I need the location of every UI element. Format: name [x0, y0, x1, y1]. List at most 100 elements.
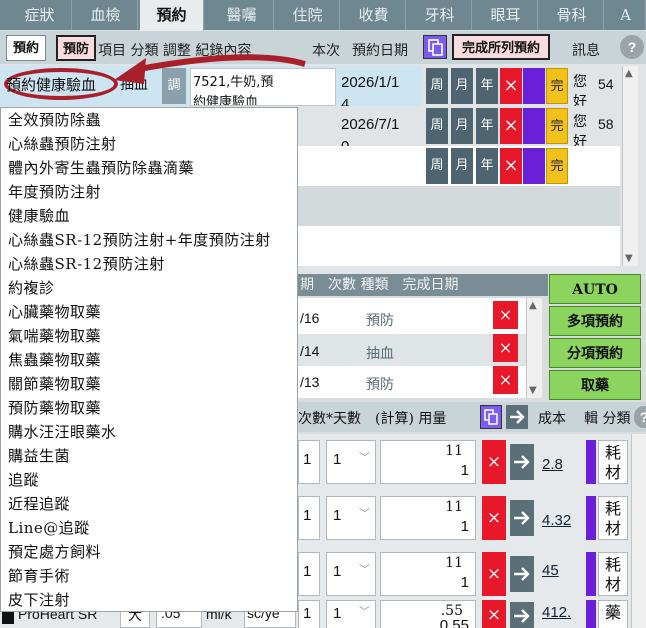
dropdown-option[interactable]: 關節藥物取藥	[1, 372, 297, 396]
dropdown-option[interactable]: 約複診	[1, 276, 297, 300]
dropdown-option[interactable]: 心臟藥物取藥	[1, 300, 297, 324]
appointment-scrollbar[interactable]: ▲ ▼	[622, 66, 638, 266]
purple-marker[interactable]	[523, 148, 545, 184]
year-button[interactable]: 年	[476, 148, 498, 184]
purple-marker[interactable]	[586, 496, 596, 540]
dropdown-option[interactable]: 近程追蹤	[1, 492, 297, 516]
dropdown-option[interactable]: 追蹤	[1, 468, 297, 492]
history-delete-button[interactable]: ×	[493, 366, 518, 394]
complete-button[interactable]: 完	[546, 148, 568, 184]
tab-7[interactable]: 眼耳	[474, 0, 538, 30]
cost-link[interactable]: 4.32	[542, 512, 571, 529]
dropdown-option[interactable]: 全效預防除蟲	[1, 108, 297, 132]
dropdown-option[interactable]: 購益生菌	[1, 444, 297, 468]
prevention-button[interactable]: 預防	[56, 35, 96, 61]
tab-4[interactable]: 住院	[276, 0, 340, 30]
cost-link[interactable]: 412.	[542, 604, 571, 621]
delete-button[interactable]: ×	[482, 440, 506, 484]
purple-marker[interactable]	[523, 68, 545, 104]
dropdown-option[interactable]: 預定處方飼料	[1, 540, 297, 564]
medication-row[interactable]: 1 1 ﹀ 11 1 × 4.32 耗材	[296, 494, 631, 542]
use-value[interactable]: 1	[461, 574, 469, 591]
dropdown-option[interactable]: 節育手術	[1, 564, 297, 588]
arrow-right-icon[interactable]	[510, 500, 534, 536]
history-scrollbar[interactable]: ▲ ▼	[526, 298, 542, 398]
qty-1[interactable]: 1	[303, 605, 311, 622]
complete-button[interactable]: 完	[546, 108, 568, 144]
week-button[interactable]: 周	[426, 108, 448, 144]
appointment-item[interactable]: 預約健康驗血	[6, 74, 96, 95]
dropdown-option[interactable]: 心絲蟲SR-12預防注射	[1, 252, 297, 276]
arrow-right-icon[interactable]	[510, 444, 534, 480]
tab-9[interactable]: A	[606, 0, 646, 30]
month-button[interactable]: 月	[451, 148, 473, 184]
chevron-down-icon[interactable]: ﹀	[359, 561, 370, 577]
multi-appointment-button[interactable]: 多項預約	[549, 306, 641, 336]
tab-6[interactable]: 牙科	[408, 0, 472, 30]
purple-marker[interactable]	[586, 600, 596, 628]
week-button[interactable]: 周	[426, 148, 448, 184]
dropdown-option[interactable]: 健康驗血	[1, 204, 297, 228]
complete-button[interactable]: 完	[546, 68, 568, 104]
chevron-down-icon[interactable]: ﹀	[359, 449, 370, 465]
week-button[interactable]: 周	[426, 68, 448, 104]
dropdown-option[interactable]: Line@追蹤	[1, 516, 297, 540]
appointment-item-dropdown[interactable]: 全效預防除蟲 心絲蟲預防注射 體內外寄生蟲預防除蟲滴藥 年度預防注射 健康驗血 心絲蟲SR…	[0, 107, 298, 612]
appointment-date[interactable]: 2026/1/1 4	[341, 68, 421, 106]
split-appointment-button[interactable]: 分項預約	[549, 338, 641, 368]
qty-1[interactable]: 1	[303, 563, 311, 580]
arrow-right-icon[interactable]	[510, 602, 534, 628]
auto-button[interactable]: AUTO	[549, 274, 641, 304]
copy-icon[interactable]	[480, 405, 502, 429]
use-value[interactable]: 0.55	[440, 617, 469, 628]
dispense-button[interactable]: 取藥	[549, 370, 641, 400]
delete-button[interactable]: ×	[482, 552, 506, 596]
purple-marker[interactable]	[586, 552, 596, 596]
appointment-date[interactable]: 2026/7/1 0	[341, 108, 421, 146]
dropdown-option[interactable]: 心絲蟲SR-12預防注射+年度預防注射	[1, 228, 297, 252]
tab-5[interactable]: 收費	[342, 0, 406, 30]
use-value[interactable]: 1	[461, 518, 469, 535]
help-icon[interactable]: ?	[634, 406, 646, 428]
history-delete-button[interactable]: ×	[493, 334, 518, 362]
chevron-down-icon[interactable]: ﹀	[359, 505, 370, 521]
dropdown-option[interactable]: 體內外寄生蟲預防除蟲滴藥	[1, 156, 297, 180]
tab-2[interactable]: 預約	[140, 0, 204, 31]
dropdown-option[interactable]: 焦蟲藥物取藥	[1, 348, 297, 372]
tab-8[interactable]: 骨科	[540, 0, 604, 30]
qty-2[interactable]: 1	[333, 507, 341, 524]
dropdown-option[interactable]: 心絲蟲預防注射	[1, 132, 297, 156]
medication-row[interactable]: 1 1 ﹀ 11 1 × 45 耗材	[296, 550, 631, 598]
dropdown-option[interactable]: 皮下注射	[1, 588, 297, 611]
medication-row[interactable]: 1 1 ﹀ .55 0.55 × 412. 藥	[296, 598, 631, 628]
delete-button[interactable]: ×	[500, 68, 522, 104]
month-button[interactable]: 月	[451, 108, 473, 144]
copy-icon[interactable]	[423, 35, 447, 59]
medication-row[interactable]: 1 1 ﹀ 11 1 × 2.8 耗材	[296, 438, 631, 486]
delete-button[interactable]: ×	[500, 148, 522, 184]
dropdown-option[interactable]: 氣喘藥物取藥	[1, 324, 297, 348]
dropdown-option[interactable]: 購水汪汪眼藥水	[1, 420, 297, 444]
tab-3[interactable]: 醫囑	[210, 0, 274, 30]
qty-2[interactable]: 1	[333, 451, 341, 468]
year-button[interactable]: 年	[476, 68, 498, 104]
medication-scrollbar[interactable]	[631, 434, 646, 628]
help-icon[interactable]: ?	[620, 35, 644, 59]
qty-2[interactable]: 1	[333, 605, 341, 622]
dropdown-option[interactable]: 預防藥物取藥	[1, 396, 297, 420]
qty-1[interactable]: 1	[303, 507, 311, 524]
qty-1[interactable]: 1	[303, 451, 311, 468]
tab-0[interactable]: 症狀	[8, 0, 72, 30]
appointment-button[interactable]: 預約	[6, 35, 46, 61]
year-button[interactable]: 年	[476, 108, 498, 144]
cost-link[interactable]: 2.8	[542, 456, 563, 473]
delete-button[interactable]: ×	[500, 108, 522, 144]
cost-link[interactable]: 45	[542, 562, 559, 579]
qty-2[interactable]: 1	[333, 563, 341, 580]
use-value[interactable]: 1	[461, 462, 469, 479]
dropdown-option[interactable]: 年度預防注射	[1, 180, 297, 204]
complete-all-button[interactable]: 完成所列預約	[452, 34, 550, 60]
history-delete-button[interactable]: ×	[493, 301, 518, 329]
purple-marker[interactable]	[586, 440, 596, 484]
month-button[interactable]: 月	[451, 68, 473, 104]
